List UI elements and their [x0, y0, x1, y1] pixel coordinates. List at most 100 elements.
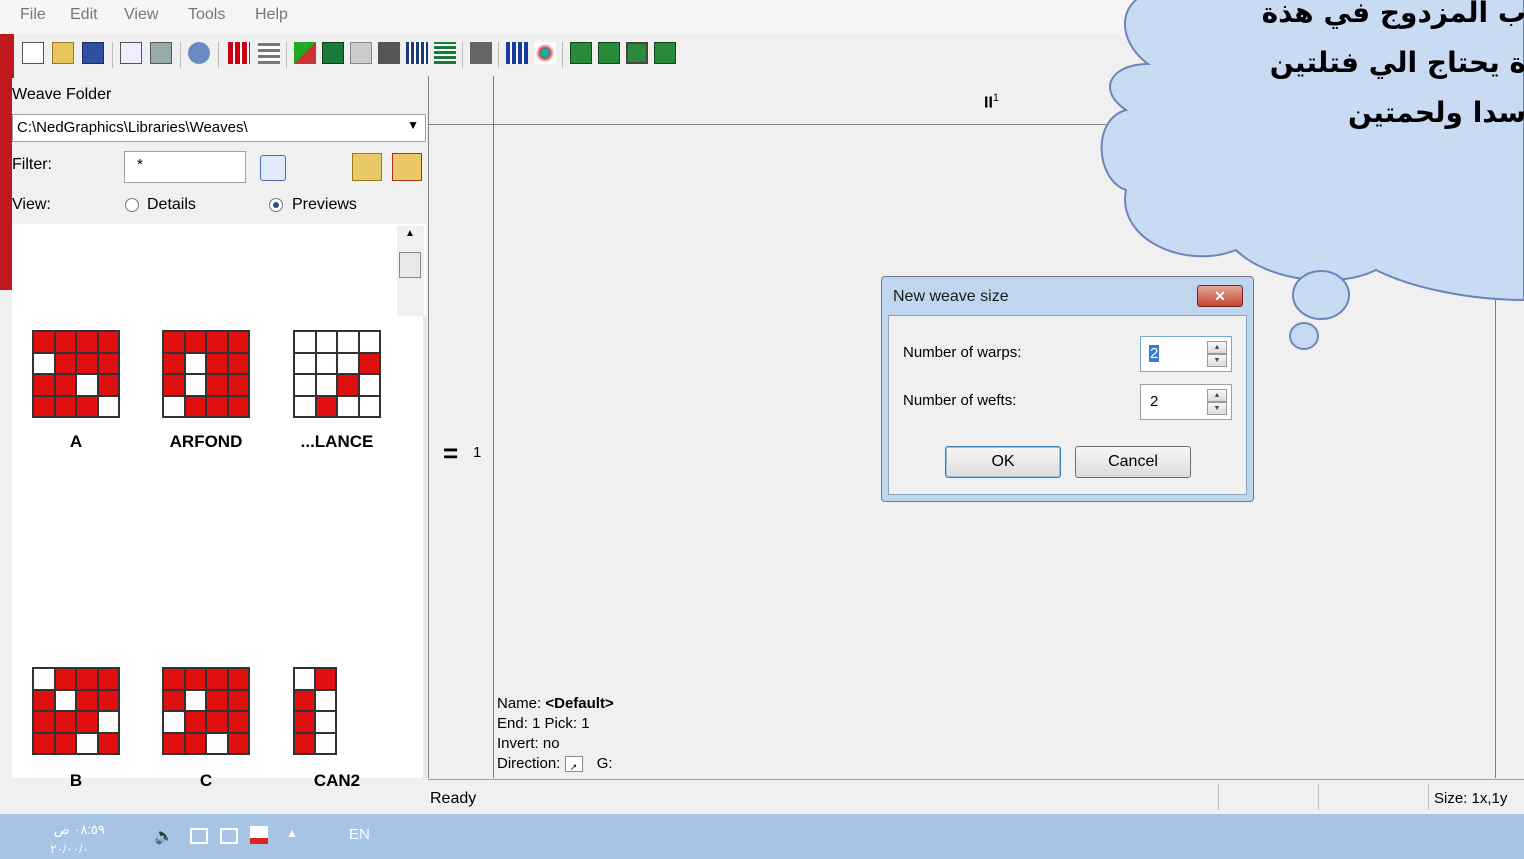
matrix-icon[interactable] [506, 42, 528, 64]
weave-cell [294, 352, 316, 374]
weave-thumbnail[interactable] [162, 667, 250, 755]
weave-thumbnail[interactable] [32, 330, 120, 418]
weft-row-header-icon[interactable]: = [443, 438, 458, 469]
toolbar-separator [498, 42, 499, 68]
wefts-stepper[interactable]: 2 ▲ ▼ [1140, 384, 1232, 420]
warps-up-icon[interactable]: ▲ [1207, 341, 1227, 354]
show-hidden-icons-icon[interactable]: ▲ [286, 826, 298, 840]
weave-cell [163, 711, 185, 733]
arrow-down-right-icon[interactable] [654, 42, 676, 64]
ok-button[interactable]: OK [945, 446, 1061, 478]
arrow-up-left-icon[interactable] [598, 42, 620, 64]
new-file-icon[interactable] [22, 42, 44, 64]
wefts-value[interactable]: 2 [1150, 393, 1158, 410]
delete-folder-icon[interactable] [392, 153, 422, 181]
view-label: View: [12, 196, 51, 213]
wefts-down-icon[interactable]: ▼ [1207, 402, 1227, 415]
device-icon[interactable] [220, 828, 238, 844]
filter-input[interactable]: * [124, 151, 246, 183]
menu-help[interactable]: Help [255, 6, 288, 24]
weave-name: <Default> [545, 695, 614, 712]
weave-cell [206, 689, 228, 711]
copy-icon[interactable] [470, 42, 492, 64]
warps-down-icon[interactable]: ▼ [1207, 354, 1227, 367]
weave-cell [358, 395, 380, 417]
wefts-label: Number of wefts: [903, 392, 1017, 409]
save-icon[interactable] [82, 42, 104, 64]
scroll-up-icon[interactable]: ▲ [405, 228, 415, 239]
new-folder-icon[interactable] [352, 153, 382, 181]
weave-list-scrollbar[interactable]: ▲ [397, 226, 424, 316]
weave-folder-header: Weave Folder C:\NedGraphics\Libraries\We… [12, 78, 426, 224]
flag-error-icon[interactable] [250, 826, 268, 844]
weave-cell [97, 352, 119, 374]
weave-cell [54, 732, 76, 754]
weave-cell [54, 711, 76, 733]
weave-cell [76, 374, 98, 396]
weave-cell [163, 689, 185, 711]
network-icon[interactable] [190, 828, 208, 844]
menu-edit[interactable]: Edit [70, 6, 98, 24]
panel-splitter[interactable] [423, 316, 427, 778]
weave-cell [227, 395, 249, 417]
weave-cell [227, 711, 249, 733]
chevron-down-icon[interactable]: ▼ [407, 118, 419, 132]
volume-icon[interactable]: 🔈 [154, 826, 174, 846]
print-icon[interactable] [150, 42, 172, 64]
warps-stepper[interactable]: 2 ▲ ▼ [1140, 336, 1232, 372]
cancel-button[interactable]: Cancel [1075, 446, 1191, 478]
swap-icon[interactable] [294, 42, 316, 64]
weave-thumbnail[interactable] [162, 330, 250, 418]
g-label: G: [596, 755, 613, 772]
color-icon[interactable] [534, 42, 556, 64]
warp-icon[interactable] [406, 42, 428, 64]
details-radio[interactable] [125, 198, 139, 212]
weave-cell [206, 331, 228, 353]
weave-cell [315, 374, 337, 396]
weave-cell [294, 395, 316, 417]
weave-cell [227, 331, 249, 353]
weave-cell [227, 689, 249, 711]
arrow-green-icon[interactable] [322, 42, 344, 64]
weave-cell [97, 374, 119, 396]
clock-time[interactable]: ٠٨:٥٩ ص [54, 822, 105, 838]
arrow-up-right-icon[interactable] [626, 42, 648, 64]
warps-value[interactable]: 2 [1149, 345, 1160, 362]
weave-thumbnail[interactable] [293, 667, 337, 755]
weft-icon[interactable] [434, 42, 456, 64]
menu-tools[interactable]: Tools [188, 6, 225, 24]
weave-cell [33, 668, 55, 690]
weave-cell [315, 668, 336, 690]
scrollbar-thumb[interactable] [399, 252, 421, 278]
language-indicator[interactable]: EN [349, 826, 370, 843]
close-icon[interactable]: ✕ [1197, 285, 1243, 307]
previews-radio[interactable] [269, 198, 283, 212]
adjust-icon[interactable] [350, 42, 372, 64]
weave-cell [294, 374, 316, 396]
weave-cell [315, 395, 337, 417]
clock-date[interactable]: ٢٠/٠٠/٠ [50, 842, 89, 856]
list-icon[interactable] [258, 42, 280, 64]
globe-icon[interactable] [188, 42, 210, 64]
weave-folder-dropdown[interactable]: C:\NedGraphics\Libraries\Weaves\ ▼ [12, 114, 426, 142]
weave-cell [54, 331, 76, 353]
warp-column-header[interactable]: II1 [984, 92, 999, 112]
weave-thumbnail[interactable] [293, 330, 381, 418]
fill-icon[interactable] [378, 42, 400, 64]
filter-label: Filter: [12, 156, 52, 173]
menu-file[interactable]: File [20, 6, 46, 24]
status-divider [1428, 784, 1429, 810]
weave-grid-icon[interactable] [228, 42, 250, 64]
print-preview-icon[interactable] [120, 42, 142, 64]
wefts-up-icon[interactable]: ▲ [1207, 389, 1227, 402]
open-folder-icon[interactable] [52, 42, 74, 64]
refresh-icon[interactable] [260, 155, 286, 181]
direction-arrow-icon[interactable]: ↗ [564, 756, 583, 773]
menu-view[interactable]: View [124, 6, 158, 24]
arrow-down-left-icon[interactable] [570, 42, 592, 64]
weave-cell [97, 689, 119, 711]
weave-thumbnail[interactable] [32, 667, 120, 755]
weave-cell [227, 352, 249, 374]
weave-cell [33, 395, 55, 417]
weave-cell [315, 689, 336, 711]
